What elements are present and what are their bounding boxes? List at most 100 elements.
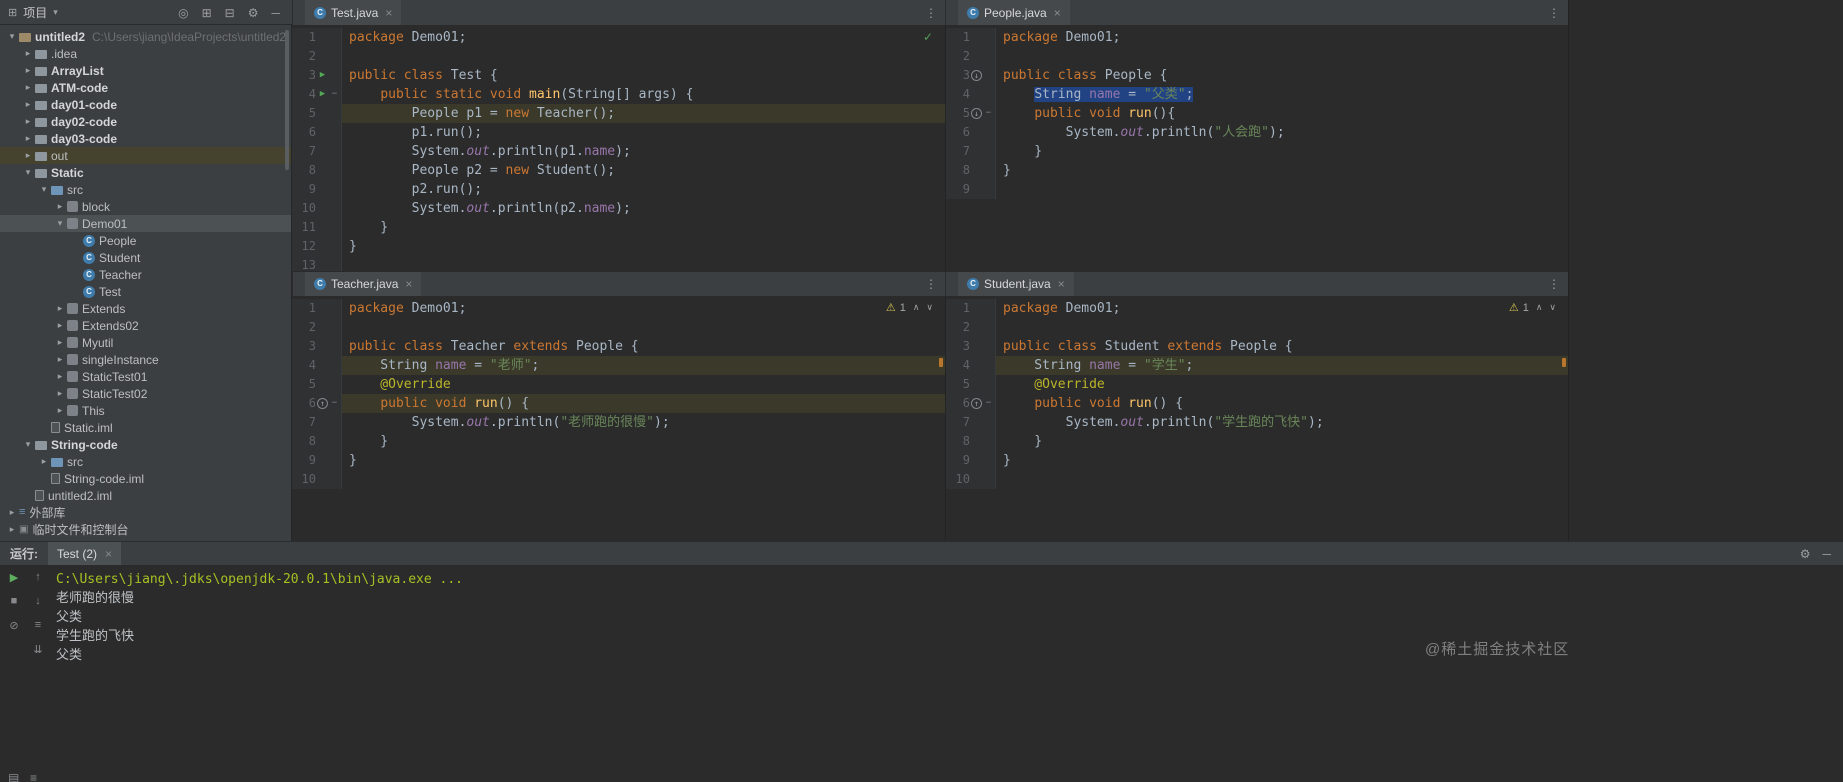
tree-item-src[interactable]: ▾ src xyxy=(0,181,291,198)
warning-stripe-mark[interactable] xyxy=(939,358,943,367)
tree-item-Static[interactable]: ▾ Static xyxy=(0,164,291,181)
close-tab-icon[interactable]: × xyxy=(405,277,412,291)
rerun-icon[interactable]: ▶ xyxy=(6,571,22,584)
tree-item-day03-code[interactable]: ▸ day03-code xyxy=(0,130,291,147)
code-line-9[interactable]: 9} xyxy=(292,451,945,470)
code-line-7[interactable]: 7 System.out.println("学生跑的飞快"); xyxy=(946,413,1568,432)
chevron-collapsed-icon[interactable]: ▸ xyxy=(22,82,34,93)
code-line-4[interactable]: 4 String name = "学生"; xyxy=(946,356,1568,375)
code-line-7[interactable]: 7 System.out.println(p1.name); xyxy=(292,142,945,161)
close-tab-icon[interactable]: × xyxy=(1054,6,1061,20)
tree-item-.idea[interactable]: ▸ .idea xyxy=(0,45,291,62)
tree-item-day01-code[interactable]: ▸ day01-code xyxy=(0,96,291,113)
code-line-10[interactable]: 10 xyxy=(946,470,1568,489)
tree-item-外部库[interactable]: ▸ ≡ 外部库 xyxy=(0,504,291,521)
code-line-7[interactable]: 7 } xyxy=(946,142,1568,161)
code-line-4[interactable]: 4 ▶ − public static void main(String[] arg… xyxy=(292,85,945,104)
code-line-6[interactable]: 6 ↑ − public void run() { xyxy=(292,394,945,413)
chevron-expanded-icon[interactable]: ▾ xyxy=(22,167,34,178)
code-line-10[interactable]: 10 System.out.println(p2.name); xyxy=(292,199,945,218)
chevron-collapsed-icon[interactable]: ▸ xyxy=(54,405,66,416)
chevron-collapsed-icon[interactable]: ▸ xyxy=(22,99,34,110)
tree-item-Student[interactable]: C Student xyxy=(0,249,291,266)
code-line-8[interactable]: 8 People p2 = new Student(); xyxy=(292,161,945,180)
code-line-3[interactable]: 3 ▶ public class Test { xyxy=(292,66,945,85)
code-line-1[interactable]: 1 package Demo01; xyxy=(292,299,945,318)
inspections-widget-student[interactable]: ⚠ 1 ∧ ∨ xyxy=(1509,301,1556,315)
chevron-collapsed-icon[interactable]: ▸ xyxy=(22,48,34,59)
chevron-expanded-icon[interactable]: ▾ xyxy=(6,31,18,42)
tree-item-untitled2.iml[interactable]: untitled2.iml xyxy=(0,487,291,504)
code-line-1[interactable]: 1 package Demo01; xyxy=(946,299,1568,318)
tab-options-icon[interactable]: ⋮ xyxy=(925,277,937,291)
code-line-9[interactable]: 9} xyxy=(946,451,1568,470)
code-line-1[interactable]: 1 package Demo01; xyxy=(946,28,1568,47)
chevron-collapsed-icon[interactable]: ▸ xyxy=(54,337,66,348)
code-line-2[interactable]: 2 xyxy=(946,47,1568,66)
fold-icon[interactable]: − xyxy=(983,394,994,413)
tree-item-临时文件和控制台[interactable]: ▸ ▣ 临时文件和控制台 xyxy=(0,521,291,538)
code-area-teacher[interactable]: 1 package Demo01; 2 3 public class Teacher e… xyxy=(292,296,945,489)
locate-icon[interactable]: ◎ xyxy=(178,6,188,20)
settings-icon[interactable]: ⚙ xyxy=(1800,547,1811,561)
tree-item-String-code.iml[interactable]: String-code.iml xyxy=(0,470,291,487)
hide-icon[interactable]: ─ xyxy=(1822,547,1831,561)
warning-stripe-mark[interactable] xyxy=(1562,358,1566,367)
code-line-4[interactable]: 4 String name = "父类"; xyxy=(946,85,1568,104)
prev-problem-icon[interactable]: ∧ xyxy=(913,302,920,313)
code-line-2[interactable]: 2 xyxy=(946,318,1568,337)
run-gutter-icon[interactable]: ▶ xyxy=(316,66,329,85)
tab-student-java[interactable]: C Student.java × xyxy=(958,271,1074,297)
chevron-expanded-icon[interactable]: ▾ xyxy=(54,218,66,229)
fold-icon[interactable]: − xyxy=(329,85,340,104)
run-tab-test[interactable]: Test (2) × xyxy=(48,541,122,566)
tree-item-out[interactable]: ▸ out xyxy=(0,147,291,164)
tree-item-src[interactable]: ▸ src xyxy=(0,453,291,470)
code-area-test[interactable]: 1 package Demo01; 2 3 ▶ public class Test {4 ▶… xyxy=(292,25,945,271)
chevron-collapsed-icon[interactable]: ▸ xyxy=(6,524,18,535)
chevron-collapsed-icon[interactable]: ▸ xyxy=(54,320,66,331)
next-problem-icon[interactable]: ∨ xyxy=(1549,302,1556,313)
chevron-collapsed-icon[interactable]: ▸ xyxy=(54,201,66,212)
code-line-9[interactable]: 9 p2.run(); xyxy=(292,180,945,199)
clear-icon[interactable]: ⊘ xyxy=(6,619,22,632)
tree-item-Teacher[interactable]: C Teacher xyxy=(0,266,291,283)
overridden-gutter-icon[interactable]: ↓ xyxy=(971,70,982,81)
code-line-5[interactable]: 5 ↓ − public void run(){ xyxy=(946,104,1568,123)
chevron-collapsed-icon[interactable]: ▸ xyxy=(54,303,66,314)
code-line-8[interactable]: 8 } xyxy=(946,432,1568,451)
code-line-6[interactable]: 6 ↑ − public void run() { xyxy=(946,394,1568,413)
tree-item-singleInstance[interactable]: ▸ singleInstance xyxy=(0,351,291,368)
chevron-collapsed-icon[interactable]: ▸ xyxy=(22,65,34,76)
chevron-collapsed-icon[interactable]: ▸ xyxy=(38,456,50,467)
chevron-collapsed-icon[interactable]: ▸ xyxy=(22,133,34,144)
tree-item-Myutil[interactable]: ▸ Myutil xyxy=(0,334,291,351)
code-line-6[interactable]: 6 p1.run(); xyxy=(292,123,945,142)
chevron-down-icon[interactable]: ▾ xyxy=(53,7,58,18)
code-area-student[interactable]: 1 package Demo01; 2 3 public class Student e… xyxy=(946,296,1568,489)
chevron-collapsed-icon[interactable]: ▸ xyxy=(22,116,34,127)
chevron-collapsed-icon[interactable]: ▸ xyxy=(54,388,66,399)
settings-icon[interactable]: ⚙ xyxy=(248,6,259,20)
code-line-1[interactable]: 1 package Demo01; xyxy=(292,28,945,47)
code-line-13[interactable]: 13 xyxy=(292,256,945,271)
code-line-10[interactable]: 10 xyxy=(292,470,945,489)
down-icon[interactable]: ↓ xyxy=(30,595,46,607)
tab-teacher-java[interactable]: C Teacher.java × xyxy=(305,271,422,297)
overridden-gutter-icon[interactable]: ↓ xyxy=(971,108,982,119)
code-line-12[interactable]: 12} xyxy=(292,237,945,256)
tree-item-Extends02[interactable]: ▸ Extends02 xyxy=(0,317,291,334)
collapse-all-icon[interactable]: ⊟ xyxy=(225,6,235,20)
bottom-toolbar-icon[interactable]: ≡ xyxy=(30,771,37,782)
code-line-5[interactable]: 5 @Override xyxy=(946,375,1568,394)
code-line-4[interactable]: 4 String name = "老师"; xyxy=(292,356,945,375)
chevron-collapsed-icon[interactable]: ▸ xyxy=(22,150,34,161)
hide-icon[interactable]: ─ xyxy=(271,6,280,20)
code-line-11[interactable]: 11 } xyxy=(292,218,945,237)
code-line-5[interactable]: 5 People p1 = new Teacher(); xyxy=(292,104,945,123)
expand-all-icon[interactable]: ⊞ xyxy=(202,6,212,20)
tree-item-ATM-code[interactable]: ▸ ATM-code xyxy=(0,79,291,96)
tree-item-day02-code[interactable]: ▸ day02-code xyxy=(0,113,291,130)
code-area-people[interactable]: 1 package Demo01; 2 3 ↓ public class People {… xyxy=(946,25,1568,199)
chevron-collapsed-icon[interactable]: ▸ xyxy=(54,371,66,382)
